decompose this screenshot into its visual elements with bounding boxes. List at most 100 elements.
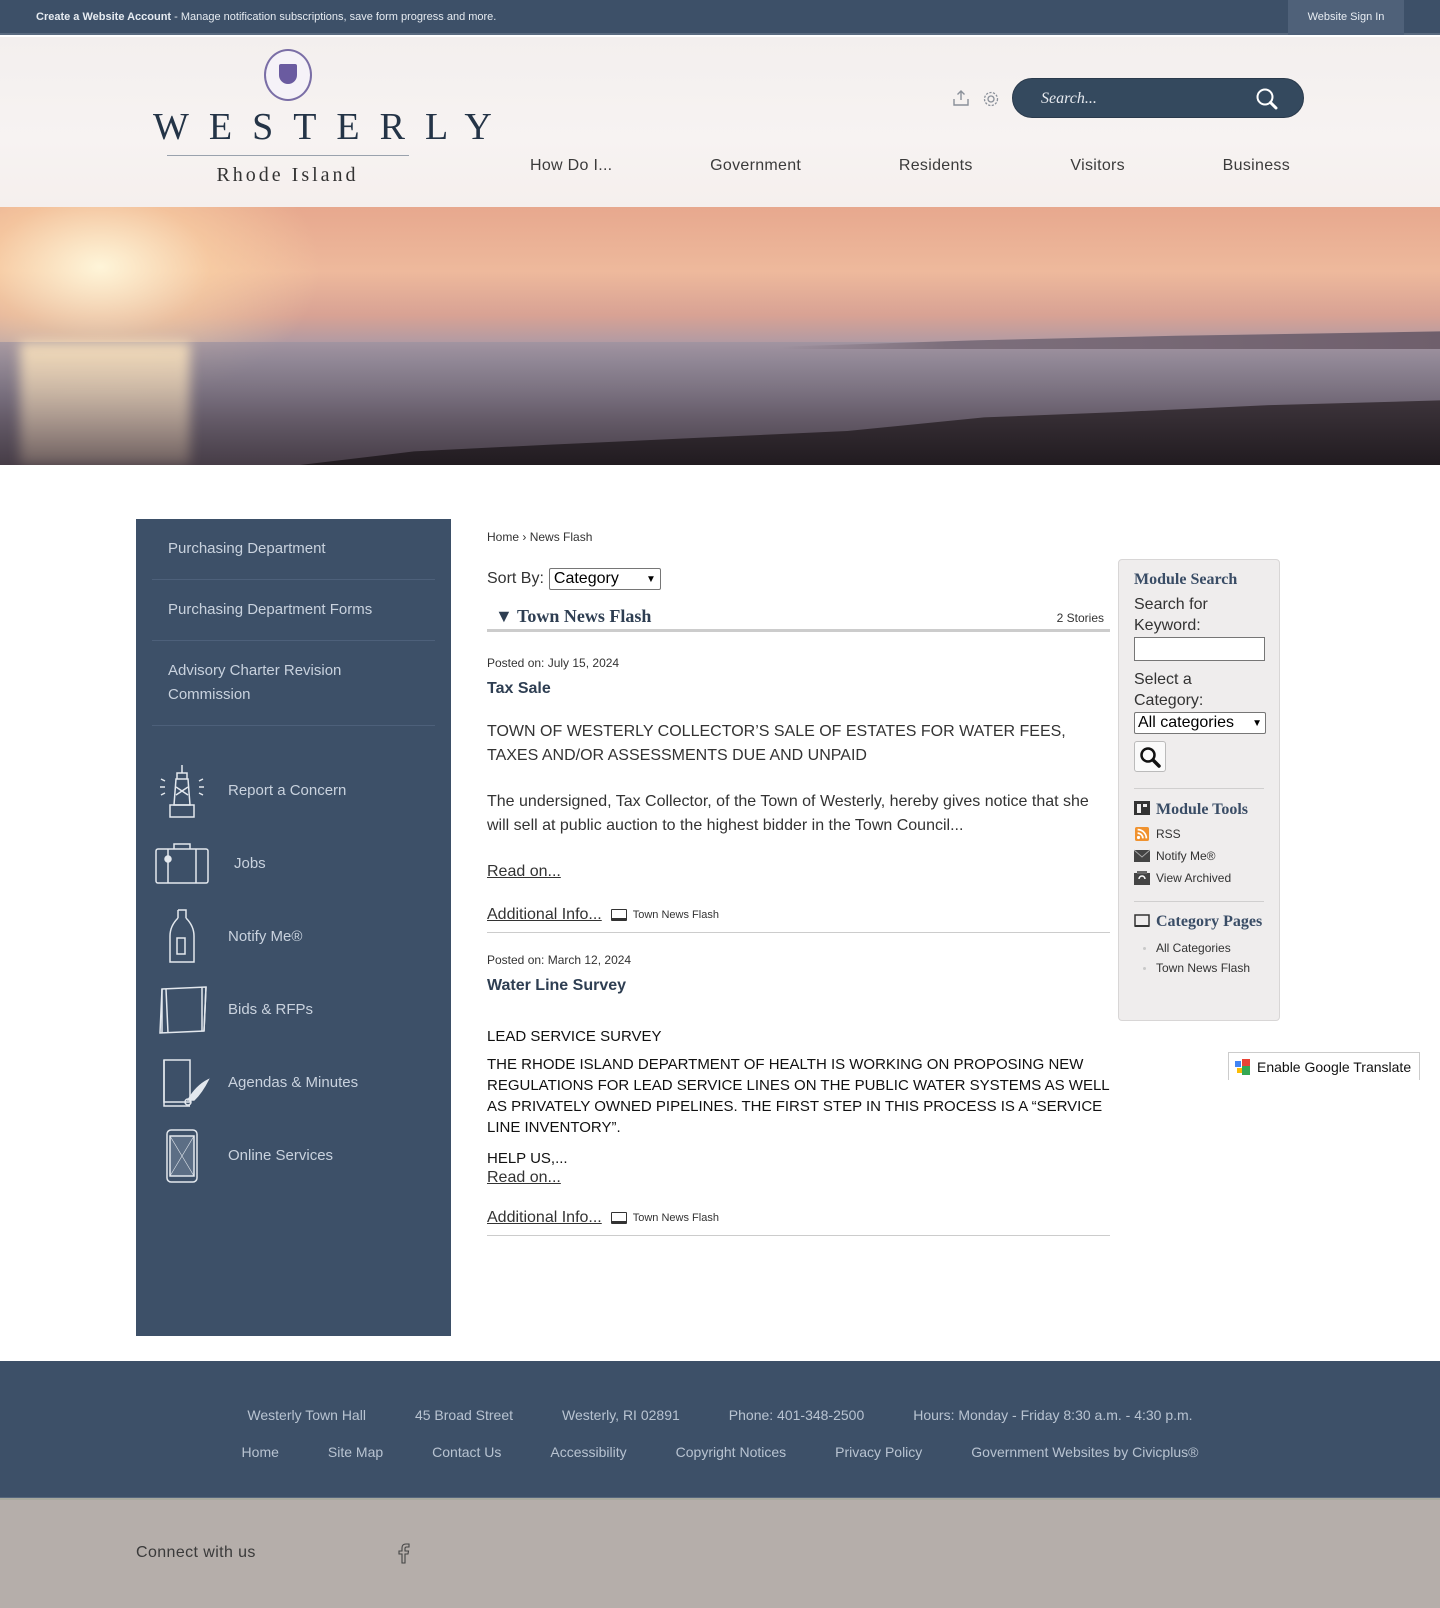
category-select[interactable]: All categories ▼ [1134,712,1266,734]
tool-label: Notify Me® [1156,849,1216,863]
suitcase-icon [152,834,212,894]
account-bar: Create a Website Account - Manage notifi… [0,0,1440,35]
story-paragraph: TOWN OF WESTERLY COLLECTOR’S SALE OF EST… [487,723,1066,764]
main-content: Home › News Flash Sort By: Category ▼ ▼ T… [487,519,1110,1236]
quick-link-jobs[interactable]: Jobs [152,827,442,900]
read-on-link[interactable]: Read on... [487,860,561,884]
footer-link-site-map[interactable]: Site Map [328,1444,383,1460]
footer-link-privacy[interactable]: Privacy Policy [835,1444,922,1460]
sidebar-item-purchasing-forms[interactable]: Purchasing Department Forms [152,580,435,641]
keyword-label: Search for Keyword: [1134,596,1208,634]
divider [1134,901,1264,902]
main-navigation: How Do I... Government Residents Visitor… [490,157,1310,175]
tool-notify-me[interactable]: Notify Me® [1134,849,1264,863]
scroll-icon [152,980,212,1040]
breadcrumb-separator: › [519,530,530,544]
footer-contact-info: Westerly Town Hall 45 Broad Street Weste… [0,1407,1440,1423]
nav-visitors[interactable]: Visitors [1070,157,1125,175]
category-page-town-news-flash[interactable]: Town News Flash [1143,961,1264,975]
envelope-icon [1134,849,1150,862]
quick-link-notify-me[interactable]: Notify Me® [152,900,442,973]
tool-view-archived[interactable]: View Archived [1134,871,1264,885]
nav-residents[interactable]: Residents [899,157,973,175]
nav-business[interactable]: Business [1223,157,1290,175]
footer-link-accessibility[interactable]: Accessibility [550,1444,626,1460]
quick-link-label: Bids & RFPs [228,1001,314,1018]
quick-link-report-concern[interactable]: Report a Concern [152,754,442,827]
posted-date: Posted on: July 15, 2024 [487,656,620,670]
sidebar-item-purchasing-department[interactable]: Purchasing Department [152,519,435,580]
hero-banner-sunset [0,207,1440,465]
social-bar: Connect with us [0,1498,1440,1608]
google-translate-button[interactable]: Enable Google Translate [1228,1052,1420,1080]
logo-subtitle: Rhode Island [216,164,359,186]
module-tools-header: Module Tools [1134,801,1264,819]
quick-link-label: Report a Concern [228,782,347,799]
site-logo[interactable]: WESTERLY Rhode Island [135,49,492,186]
site-search[interactable]: Search... [1012,78,1304,118]
tool-rss[interactable]: RSS [1134,827,1264,841]
nav-how-do-i[interactable]: How Do I... [530,157,612,175]
story-title[interactable]: Tax Sale [487,680,1110,698]
footer-link-contact[interactable]: Contact Us [432,1444,501,1460]
quick-link-label: Jobs [234,855,266,872]
google-translate-icon [1235,1058,1250,1075]
category-page-all[interactable]: All Categories [1143,941,1264,955]
quick-link-label: Notify Me® [228,928,303,945]
category-pages-list: All Categories Town News Flash [1134,941,1264,975]
additional-info-link[interactable]: Additional Info... [487,906,602,924]
quill-document-icon [152,1053,212,1113]
breadcrumb-home[interactable]: Home [487,530,519,544]
settings-gear-icon[interactable] [981,89,1001,109]
search-icon[interactable] [1255,87,1278,110]
sort-by-value: Category [553,570,619,587]
story-category: Town News Flash [632,1212,719,1224]
collapse-triangle-icon: ▼ [495,606,513,626]
story-count: 2 Stories [1056,611,1104,625]
module-search-button[interactable] [1134,741,1166,772]
story-paragraph: LEAD SERVICE SURVEY [487,1028,662,1045]
header-tools [951,89,1001,109]
translate-label: Enable Google Translate [1257,1058,1412,1075]
posted-date: Posted on: March 12, 2024 [487,953,632,967]
facebook-icon[interactable] [396,1542,412,1564]
category-select-label: Select a Category: [1134,671,1204,709]
search-input[interactable]: Search... [1041,90,1097,108]
share-icon[interactable] [951,89,971,109]
sort-by-select[interactable]: Category ▼ [548,568,661,590]
module-tools-title: Module Tools [1156,801,1249,818]
lighthouse-icon [152,761,212,821]
footer-link-copyright[interactable]: Copyright Notices [676,1444,787,1460]
breadcrumb: Home › News Flash [487,530,1110,544]
quick-link-bids-rfps[interactable]: Bids & RFPs [152,973,442,1046]
bottle-message-icon [152,907,212,967]
quick-link-agendas-minutes[interactable]: Agendas & Minutes [152,1046,442,1119]
create-account-link[interactable]: Create a Website Account [36,11,171,23]
smartphone-icon [152,1126,212,1186]
story-category: Town News Flash [632,909,719,921]
story-summary: LEAD SERVICE SURVEY THE RHODE ISLAND DEP… [487,1026,1110,1169]
category-book-icon [610,1212,627,1224]
category-book-icon [610,909,627,921]
chevron-down-icon: ▼ [646,573,656,585]
keyword-input[interactable] [1134,637,1265,661]
footer-link-home[interactable]: Home [242,1444,279,1460]
archive-icon [1134,871,1150,885]
sidebar-item-charter-revision[interactable]: Advisory Charter Revision Commission [152,641,435,726]
quick-link-online-services[interactable]: Online Services [152,1119,442,1192]
logo-divider [166,155,409,156]
tool-label: View Archived [1156,871,1232,885]
quick-link-label: Online Services [228,1147,334,1164]
tool-label: RSS [1156,827,1181,841]
read-on-link[interactable]: Read on... [487,1169,561,1187]
connect-label: Connect with us [136,1544,256,1561]
nav-government[interactable]: Government [710,157,801,175]
book-icon [1134,914,1150,927]
footer-link-civicplus[interactable]: Government Websites by Civicplus® [971,1444,1198,1460]
sort-by-label: Sort By: [487,570,544,587]
category-toggle[interactable]: ▼ Town News Flash [495,606,651,627]
sign-in-button[interactable]: Website Sign In [1288,0,1404,35]
site-header: WESTERLY Rhode Island Search... How Do I… [0,37,1440,207]
additional-info-link[interactable]: Additional Info... [487,1209,602,1227]
story-title[interactable]: Water Line Survey [487,977,1110,995]
